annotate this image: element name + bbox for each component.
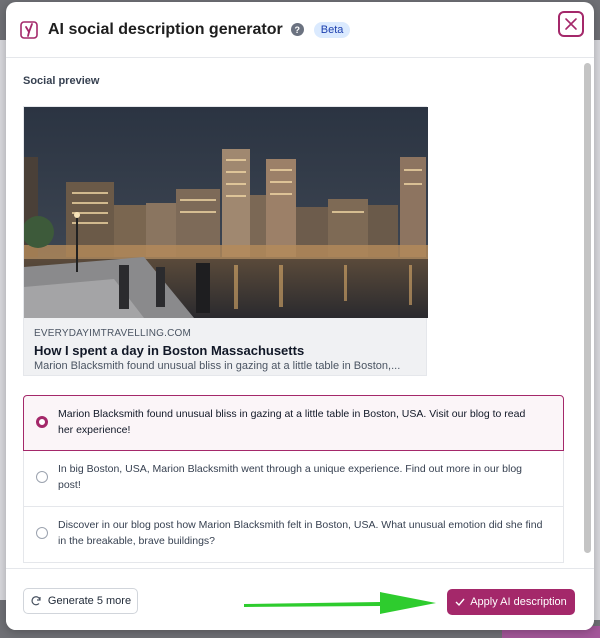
radio-button[interactable]: [36, 527, 48, 539]
close-icon: [565, 18, 577, 30]
ai-description-modal: AI social description generator ? Beta S…: [6, 2, 594, 630]
option-text: In big Boston, USA, Marion Blacksmith we…: [58, 463, 523, 491]
scrollbar-thumb[interactable]: [584, 63, 591, 553]
close-button[interactable]: [558, 11, 584, 37]
description-option-1[interactable]: Marion Blacksmith found unusual bliss in…: [23, 395, 564, 451]
apply-ai-description-label: Apply AI description: [470, 596, 567, 608]
generate-more-label: Generate 5 more: [47, 595, 132, 607]
social-preview-card: EVERYDAYIMTRAVELLING.COM How I spent a d…: [23, 106, 428, 376]
social-preview-label: Social preview: [23, 75, 100, 87]
preview-title: How I spent a day in Boston Massachusett…: [34, 343, 305, 358]
background-panel-right: [594, 40, 600, 620]
option-text: Marion Blacksmith found unusual bliss in…: [58, 408, 526, 436]
beta-badge: Beta: [313, 21, 351, 38]
generate-more-button[interactable]: Generate 5 more: [23, 588, 138, 614]
apply-ai-description-button[interactable]: Apply AI description: [447, 589, 575, 615]
modal-body: Social preview EVERYDAYIMTRAVELLING.COM …: [6, 59, 594, 567]
help-icon[interactable]: ?: [290, 23, 304, 36]
description-option-3[interactable]: Discover in our blog post how Marion Bla…: [23, 507, 564, 563]
radio-button[interactable]: [36, 416, 48, 428]
refresh-icon: [31, 596, 41, 606]
preview-image: [24, 107, 428, 318]
description-options: Marion Blacksmith found unusual bliss in…: [23, 395, 564, 563]
arrow-icon: [244, 592, 436, 614]
yoast-icon: [20, 20, 38, 39]
modal-header: AI social description generator ? Beta: [6, 2, 594, 58]
description-option-2[interactable]: In big Boston, USA, Marion Blacksmith we…: [23, 451, 564, 507]
radio-button[interactable]: [36, 471, 48, 483]
preview-domain: EVERYDAYIMTRAVELLING.COM: [34, 328, 192, 339]
preview-description: Marion Blacksmith found unusual bliss in…: [34, 360, 401, 372]
check-icon: [455, 598, 465, 607]
scrollbar[interactable]: [584, 63, 592, 563]
option-text: Discover in our blog post how Marion Bla…: [58, 519, 543, 547]
modal-title: AI social description generator: [48, 20, 283, 38]
